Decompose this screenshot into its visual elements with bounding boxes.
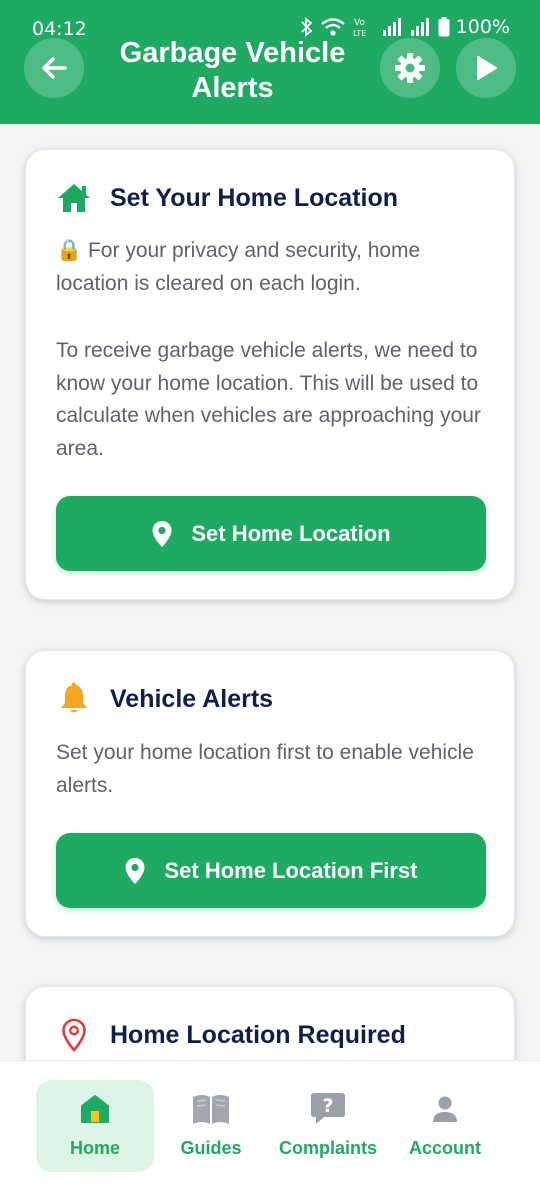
vehicle-alerts-description: Set your home location first to enable v… [56,741,474,797]
bluetooth-icon [301,17,313,37]
arrow-left-icon [42,57,67,79]
nav-account[interactable]: Account [386,1080,504,1172]
signal-icon [410,18,429,36]
nav-label: Guides [180,1138,242,1158]
status-time: 04:12 [32,18,87,40]
map-pin-icon [125,857,145,884]
volte-icon: VoLTE [353,18,366,38]
nav-complaints[interactable]: ? Complaints [269,1080,387,1172]
nav-label: Home [69,1138,120,1158]
nav-guides[interactable]: Guides [152,1080,270,1172]
button-label: Set Home Location [191,520,391,546]
home-icon [80,1092,110,1126]
page-title: Garbage Vehicle Alerts [119,37,346,104]
vehicle-alerts-card: Vehicle Alerts Set your home location fi… [25,650,515,937]
button-label: Set Home Location First [164,857,418,883]
nav-home[interactable]: Home [36,1080,154,1172]
gear-icon [395,53,425,83]
play-button[interactable] [456,38,516,98]
card-header: Vehicle Alerts [56,681,273,717]
wifi-icon [320,18,345,36]
card-header: Set Your Home Location [56,180,398,216]
set-home-location-button[interactable]: Set Home Location [56,496,486,571]
status-bar: 04:12 Vo LTE 100% [0,0,540,40]
map-pin-icon [152,520,172,547]
card-title: Vehicle Alerts [110,684,274,713]
battery-icon [438,17,450,37]
book-icon [192,1092,230,1126]
bell-icon [56,681,92,717]
nav-label: Account [409,1138,481,1158]
svg-text:?: ? [322,1095,333,1117]
signal-icon [382,18,401,36]
card-header: Home Location Required [56,1017,406,1053]
privacy-notice: 🔒 For your privacy and security, home lo… [56,239,421,295]
card-title: Set Your Home Location [110,183,399,212]
back-button[interactable] [24,38,84,98]
svg-text:Vo: Vo [354,18,365,28]
bottom-navigation: Home Guides ? Complaints Account [0,1060,540,1188]
set-home-location-first-button[interactable]: Set Home Location First [56,833,486,908]
app-header: 04:12 Vo LTE 100% Garbage Vehicle Alerts [0,0,540,124]
home-location-card: Set Your Home Location 🔒 For your privac… [25,149,515,600]
home-icon [56,180,92,216]
nav-label: Complaints [278,1138,377,1158]
play-icon [477,56,497,80]
home-location-description: To receive garbage vehicle alerts, we ne… [56,339,481,460]
question-bubble-icon: ? [310,1092,346,1126]
battery-percent: 100% [455,16,510,38]
settings-button[interactable] [380,38,440,98]
status-icons: Vo LTE 100% [300,16,510,38]
card-title: Home Location Required [110,1020,406,1049]
map-pin-icon [56,1017,92,1053]
person-icon [431,1092,459,1126]
